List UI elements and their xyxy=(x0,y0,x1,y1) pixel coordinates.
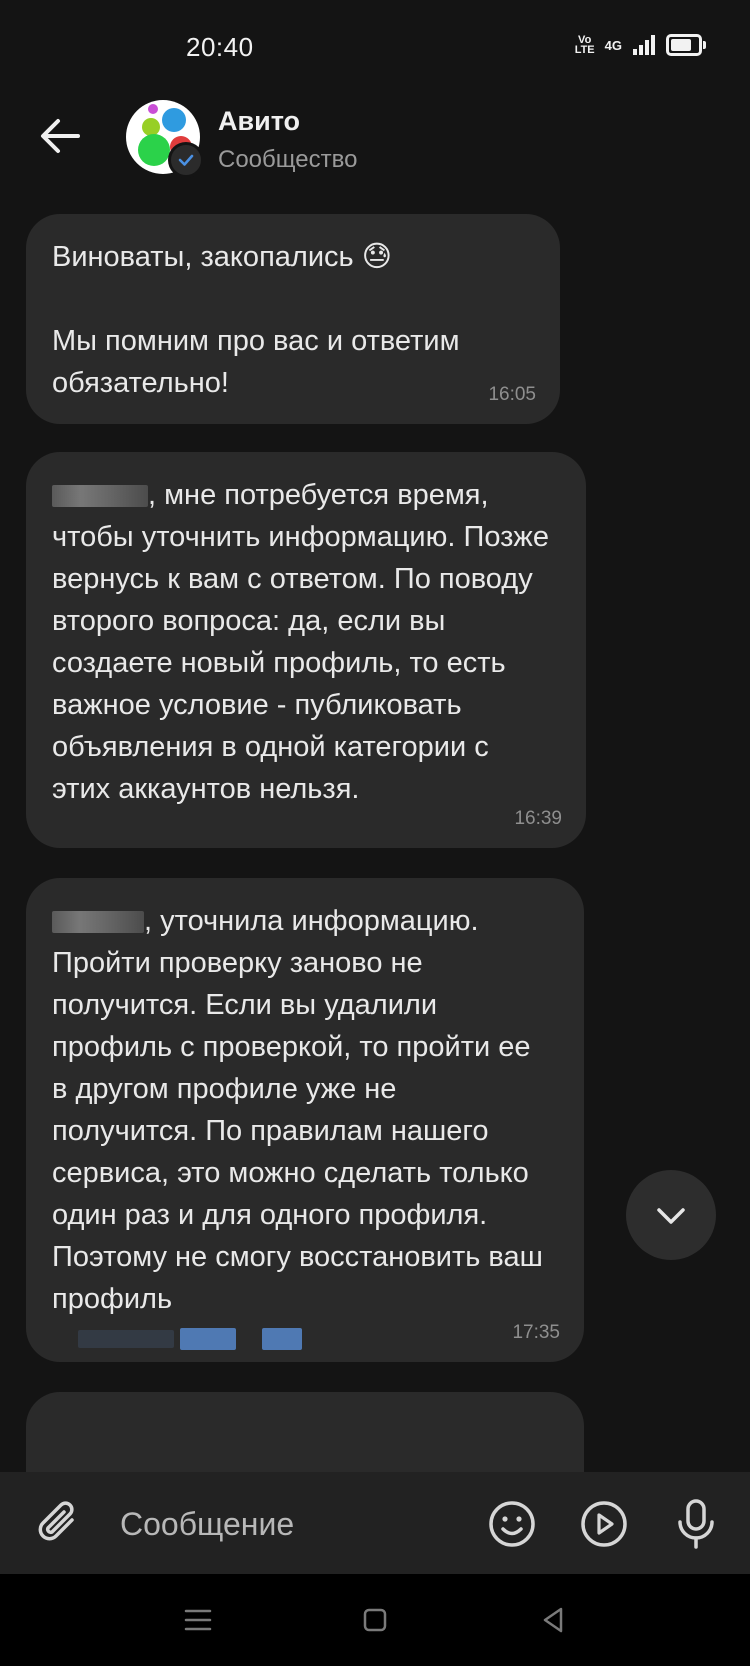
message-time: 16:05 xyxy=(488,384,536,405)
sweat-emoji-icon: 😓 xyxy=(361,241,392,273)
message-text: , уточнила информацию. Пройти проверку з… xyxy=(52,905,551,1315)
message-text: , мне потребуется время, чтобы уточнить … xyxy=(52,479,558,805)
redacted-name xyxy=(52,485,148,508)
message-bubble[interactable]: , уточнила информацию. Пройти проверку з… xyxy=(26,878,584,1362)
paperclip-icon[interactable] xyxy=(34,1498,86,1550)
chat-title[interactable]: Авито xyxy=(218,106,300,137)
status-bar: 20:40 Vo LTE 4G xyxy=(0,0,750,100)
redacted-name xyxy=(52,911,144,934)
message-composer xyxy=(0,1472,750,1574)
message-list[interactable]: Виноваты, закопались 😓 Мы помним про вас… xyxy=(0,190,750,1472)
redacted-content xyxy=(52,1328,560,1350)
chevron-down-icon xyxy=(657,1208,685,1224)
volte-icon: Vo LTE xyxy=(574,34,595,56)
chat-subtitle: Сообщество xyxy=(218,146,358,173)
back-triangle-icon[interactable] xyxy=(531,1598,575,1642)
play-circle-icon[interactable] xyxy=(578,1498,630,1550)
message-text: Виноваты, закопались 😓 Мы помним про вас… xyxy=(52,241,460,399)
status-icons: Vo LTE 4G xyxy=(574,34,706,56)
home-icon[interactable] xyxy=(353,1598,397,1642)
message-bubble[interactable]: Виноваты, закопались 😓 Мы помним про вас… xyxy=(26,214,560,424)
message-time: 16:39 xyxy=(514,808,562,829)
menu-icon[interactable] xyxy=(176,1598,220,1642)
network-type: 4G xyxy=(604,37,622,53)
battery-icon xyxy=(666,34,706,56)
status-time: 20:40 xyxy=(186,32,254,62)
system-nav-bar xyxy=(0,1574,750,1666)
verified-badge-icon xyxy=(168,142,204,178)
smile-icon[interactable] xyxy=(486,1498,538,1550)
microphone-icon[interactable] xyxy=(670,1496,722,1552)
chat-header: Авито Сообщество xyxy=(0,90,750,190)
scroll-down-button[interactable] xyxy=(626,1170,716,1260)
message-bubble[interactable]: , мне потребуется время, чтобы уточнить … xyxy=(26,452,586,848)
message-time: 17:35 xyxy=(512,1322,560,1343)
signal-icon xyxy=(633,35,655,55)
message-input[interactable] xyxy=(118,1496,442,1552)
message-bubble[interactable] xyxy=(26,1392,584,1472)
back-arrow-icon[interactable] xyxy=(34,110,86,162)
